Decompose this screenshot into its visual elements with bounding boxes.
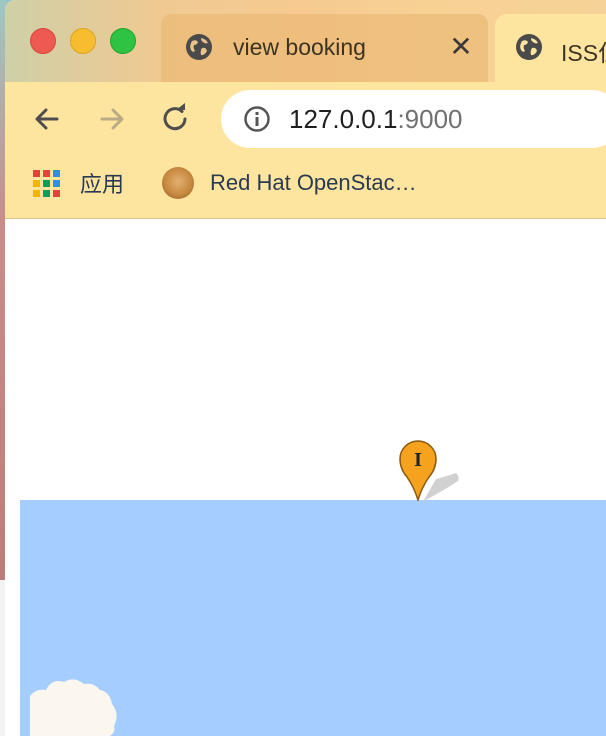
tab-title: view booking <box>233 34 366 60</box>
reload-button[interactable] <box>156 99 196 139</box>
minimize-window-button[interactable] <box>70 28 96 54</box>
forward-button[interactable] <box>92 99 132 139</box>
url-text: 127.0.0.1:9000 <box>289 104 463 135</box>
marker-label: I <box>414 449 422 471</box>
address-bar[interactable]: 127.0.0.1:9000 <box>221 90 606 148</box>
bookmarks-bar: 应用 Red Hat OpenStac… <box>5 154 606 219</box>
zoom-window-button[interactable] <box>110 28 136 54</box>
bookmark-label: 应用 <box>80 172 125 197</box>
close-window-button[interactable] <box>30 28 56 54</box>
back-button[interactable] <box>27 99 67 139</box>
tab-iss-location[interactable]: ISS位 <box>495 14 606 82</box>
tab-title: ISS位 <box>561 40 606 66</box>
globe-icon <box>186 34 212 60</box>
dog-avatar-icon <box>162 167 194 199</box>
url-port: :9000 <box>397 104 463 134</box>
info-icon[interactable] <box>243 105 271 133</box>
bookmark-red-hat-openstack[interactable]: Red Hat OpenStac… <box>162 167 417 199</box>
arrow-right-icon <box>100 108 124 130</box>
land-mass <box>30 679 117 736</box>
map[interactable] <box>20 500 606 736</box>
map-marker[interactable]: I <box>398 439 462 501</box>
browser-toolbar: 127.0.0.1:9000 <box>5 82 606 154</box>
page-content: I <box>5 219 606 736</box>
reload-icon <box>163 103 187 131</box>
tab-view-booking[interactable]: view booking ✕ <box>161 14 488 82</box>
close-tab-icon[interactable]: ✕ <box>445 31 477 63</box>
title-bar: view booking ✕ ISS位 <box>5 0 606 82</box>
apps-grid-icon <box>33 169 60 197</box>
url-host: 127.0.0.1 <box>289 104 398 134</box>
bookmark-apps[interactable]: 应用 <box>33 168 124 198</box>
bookmark-label: Red Hat OpenStac… <box>210 170 417 195</box>
globe-icon <box>516 34 542 60</box>
browser-window: view booking ✕ ISS位 <box>5 0 606 736</box>
arrow-left-icon <box>35 108 59 130</box>
